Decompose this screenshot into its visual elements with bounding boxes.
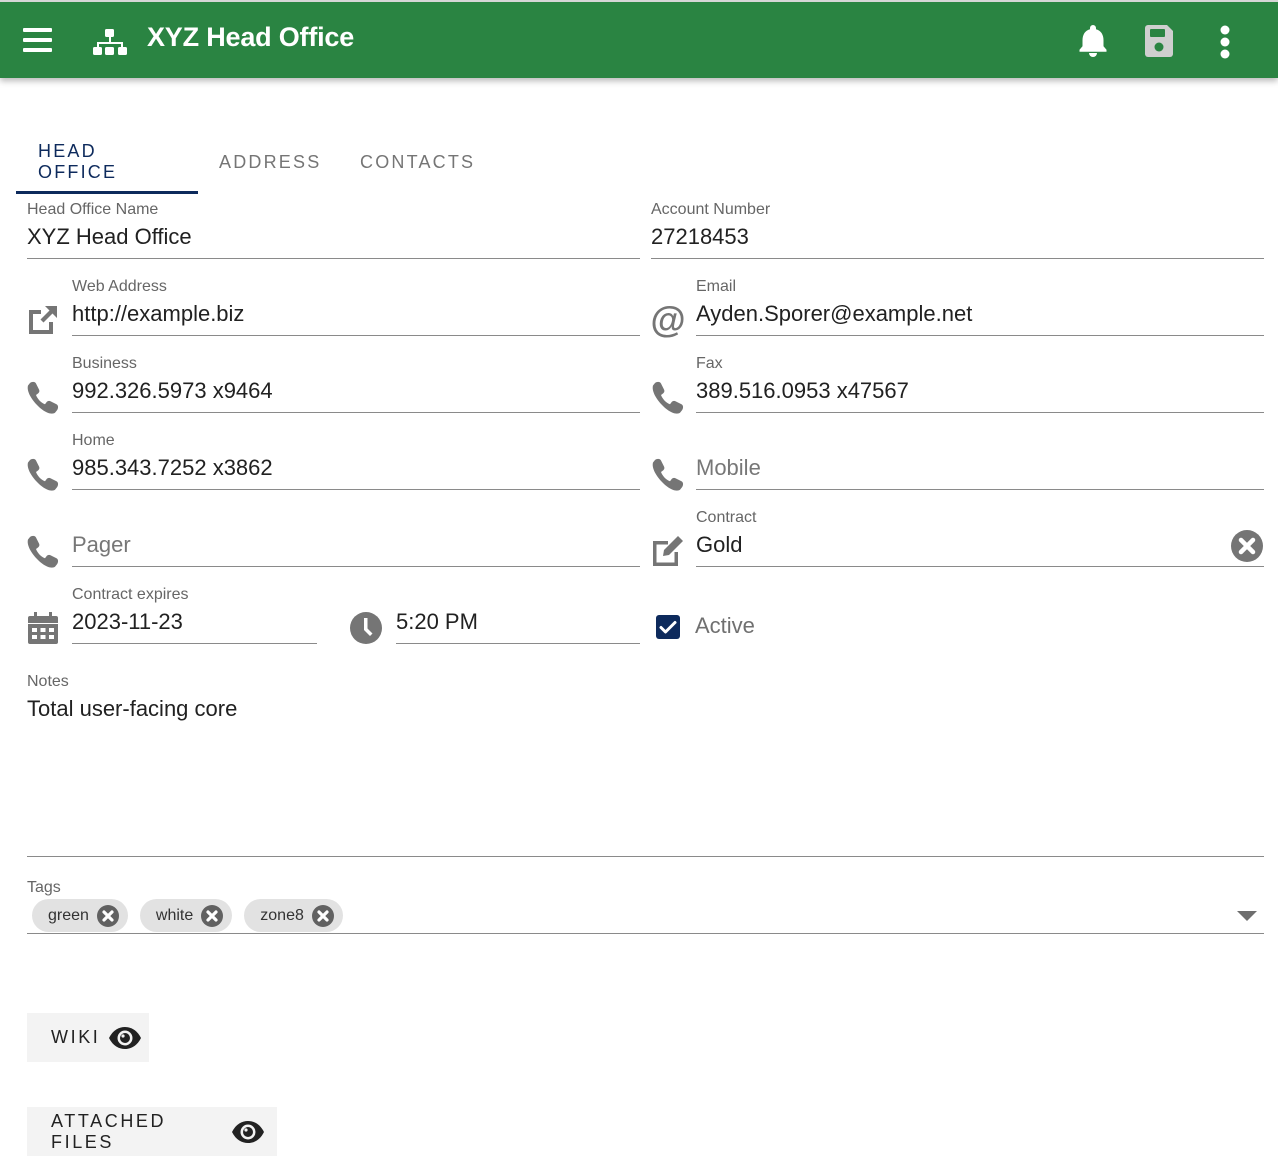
tag-chip: green (32, 899, 128, 932)
app-bar: XYZ Head Office (0, 0, 1278, 78)
head-office-name-value[interactable]: XYZ Head Office (27, 224, 192, 250)
contract-expires-time-field[interactable]: 5:20 PM (396, 586, 640, 644)
field-underline (72, 335, 640, 336)
notes-textarea[interactable]: Total user-facing core (27, 696, 237, 722)
field-underline (27, 258, 640, 259)
edit-icon (650, 533, 686, 569)
tag-chip: white (139, 899, 233, 932)
eye-icon (231, 1118, 265, 1146)
open-external-icon[interactable] (25, 302, 61, 338)
email-value[interactable]: Ayden.Sporer@example.net (696, 301, 972, 327)
field-underline (396, 643, 640, 644)
tag-chip-label: green (48, 906, 89, 924)
web-address-value[interactable]: http://example.biz (72, 301, 244, 327)
tag-chip-label: white (155, 906, 194, 924)
account-number-field[interactable]: Account Number 27218453 (651, 201, 1264, 259)
more-vertical-icon[interactable] (1207, 22, 1243, 60)
business-phone-field[interactable]: Business 992.326.5973 x9464 (72, 355, 640, 413)
pager-placeholder: Pager (72, 532, 131, 557)
business-label: Business (72, 355, 137, 372)
field-underline (72, 566, 640, 567)
tags-chip-list: green white zone8 (32, 899, 343, 932)
field-underline (651, 258, 1264, 259)
contract-expires-date-field[interactable]: Contract expires 2023-11-23 (72, 586, 317, 644)
save-icon[interactable] (1141, 22, 1177, 60)
contract-value[interactable]: Gold (696, 532, 742, 558)
web-address-field[interactable]: Web Address http://example.biz (72, 278, 640, 336)
tag-chip-label: zone8 (260, 906, 304, 924)
attached-files-button[interactable]: ATTACHED FILES (27, 1107, 277, 1156)
head-office-name-field[interactable]: Head Office Name XYZ Head Office (27, 201, 640, 259)
contract-expires-time-value[interactable]: 5:20 PM (396, 609, 478, 635)
contract-expires-label: Contract expires (72, 586, 189, 603)
phone-icon (25, 533, 61, 569)
remove-tag-icon[interactable] (96, 904, 119, 927)
wiki-button[interactable]: WIKI (27, 1013, 149, 1062)
notes-underline (27, 856, 1264, 857)
head-office-name-label: Head Office Name (27, 201, 159, 218)
bell-icon[interactable] (1075, 22, 1111, 60)
phone-icon (650, 456, 686, 492)
email-field[interactable]: Email Ayden.Sporer@example.net (696, 278, 1264, 336)
pager-field[interactable]: Pager (72, 509, 640, 567)
home-value[interactable]: 985.343.7252 x3862 (72, 455, 273, 481)
clear-contract-icon[interactable] (1231, 530, 1263, 562)
field-underline (696, 335, 1264, 336)
remove-tag-icon[interactable] (201, 904, 224, 927)
wiki-button-label: WIKI (51, 1027, 101, 1047)
field-underline (72, 412, 640, 413)
active-label[interactable]: Active (695, 613, 755, 639)
home-phone-field[interactable]: Home 985.343.7252 x3862 (72, 432, 640, 490)
chevron-down-icon[interactable] (1236, 909, 1258, 923)
field-underline (696, 489, 1264, 490)
tag-chip: zone8 (244, 899, 343, 932)
fax-field[interactable]: Fax 389.516.0953 x47567 (696, 355, 1264, 413)
menu-icon[interactable] (22, 24, 54, 56)
notes-label: Notes (27, 673, 69, 690)
fax-value[interactable]: 389.516.0953 x47567 (696, 378, 909, 404)
remove-tag-icon[interactable] (311, 904, 334, 927)
phone-icon (25, 456, 61, 492)
tags-label: Tags (27, 879, 61, 896)
field-underline (72, 643, 317, 644)
contract-label: Contract (696, 509, 757, 526)
attached-files-button-label: ATTACHED FILES (51, 1110, 167, 1152)
web-address-label: Web Address (72, 278, 167, 295)
account-number-value[interactable]: 27218453 (651, 224, 749, 250)
tags-underline (27, 933, 1264, 934)
home-label: Home (72, 432, 115, 449)
contract-field[interactable]: Contract Gold (696, 509, 1264, 567)
phone-icon (650, 379, 686, 415)
mobile-phone-field[interactable]: Mobile (696, 432, 1264, 490)
account-number-label: Account Number (651, 201, 771, 218)
phone-icon (25, 379, 61, 415)
at-sign-icon: @ (650, 299, 686, 340)
clock-icon[interactable] (348, 610, 384, 646)
eye-icon (108, 1024, 142, 1052)
calendar-icon[interactable] (25, 610, 61, 646)
business-value[interactable]: 992.326.5973 x9464 (72, 378, 273, 404)
tab-address[interactable]: ADDRESS (198, 130, 338, 194)
field-underline (696, 566, 1264, 567)
field-underline (72, 489, 640, 490)
tab-bar: HEAD OFFICE ADDRESS CONTACTS (16, 130, 497, 194)
sitemap-icon (92, 26, 128, 58)
tab-contacts[interactable]: CONTACTS (338, 130, 497, 194)
fax-label: Fax (696, 355, 723, 372)
mobile-placeholder: Mobile (696, 455, 761, 480)
email-label: Email (696, 278, 737, 295)
contract-expires-date-value[interactable]: 2023-11-23 (72, 609, 183, 635)
svg-text:@: @ (650, 302, 685, 338)
field-underline (696, 412, 1264, 413)
active-checkbox[interactable] (656, 615, 680, 639)
page-title: XYZ Head Office (147, 22, 355, 52)
tab-head-office[interactable]: HEAD OFFICE (16, 130, 198, 194)
